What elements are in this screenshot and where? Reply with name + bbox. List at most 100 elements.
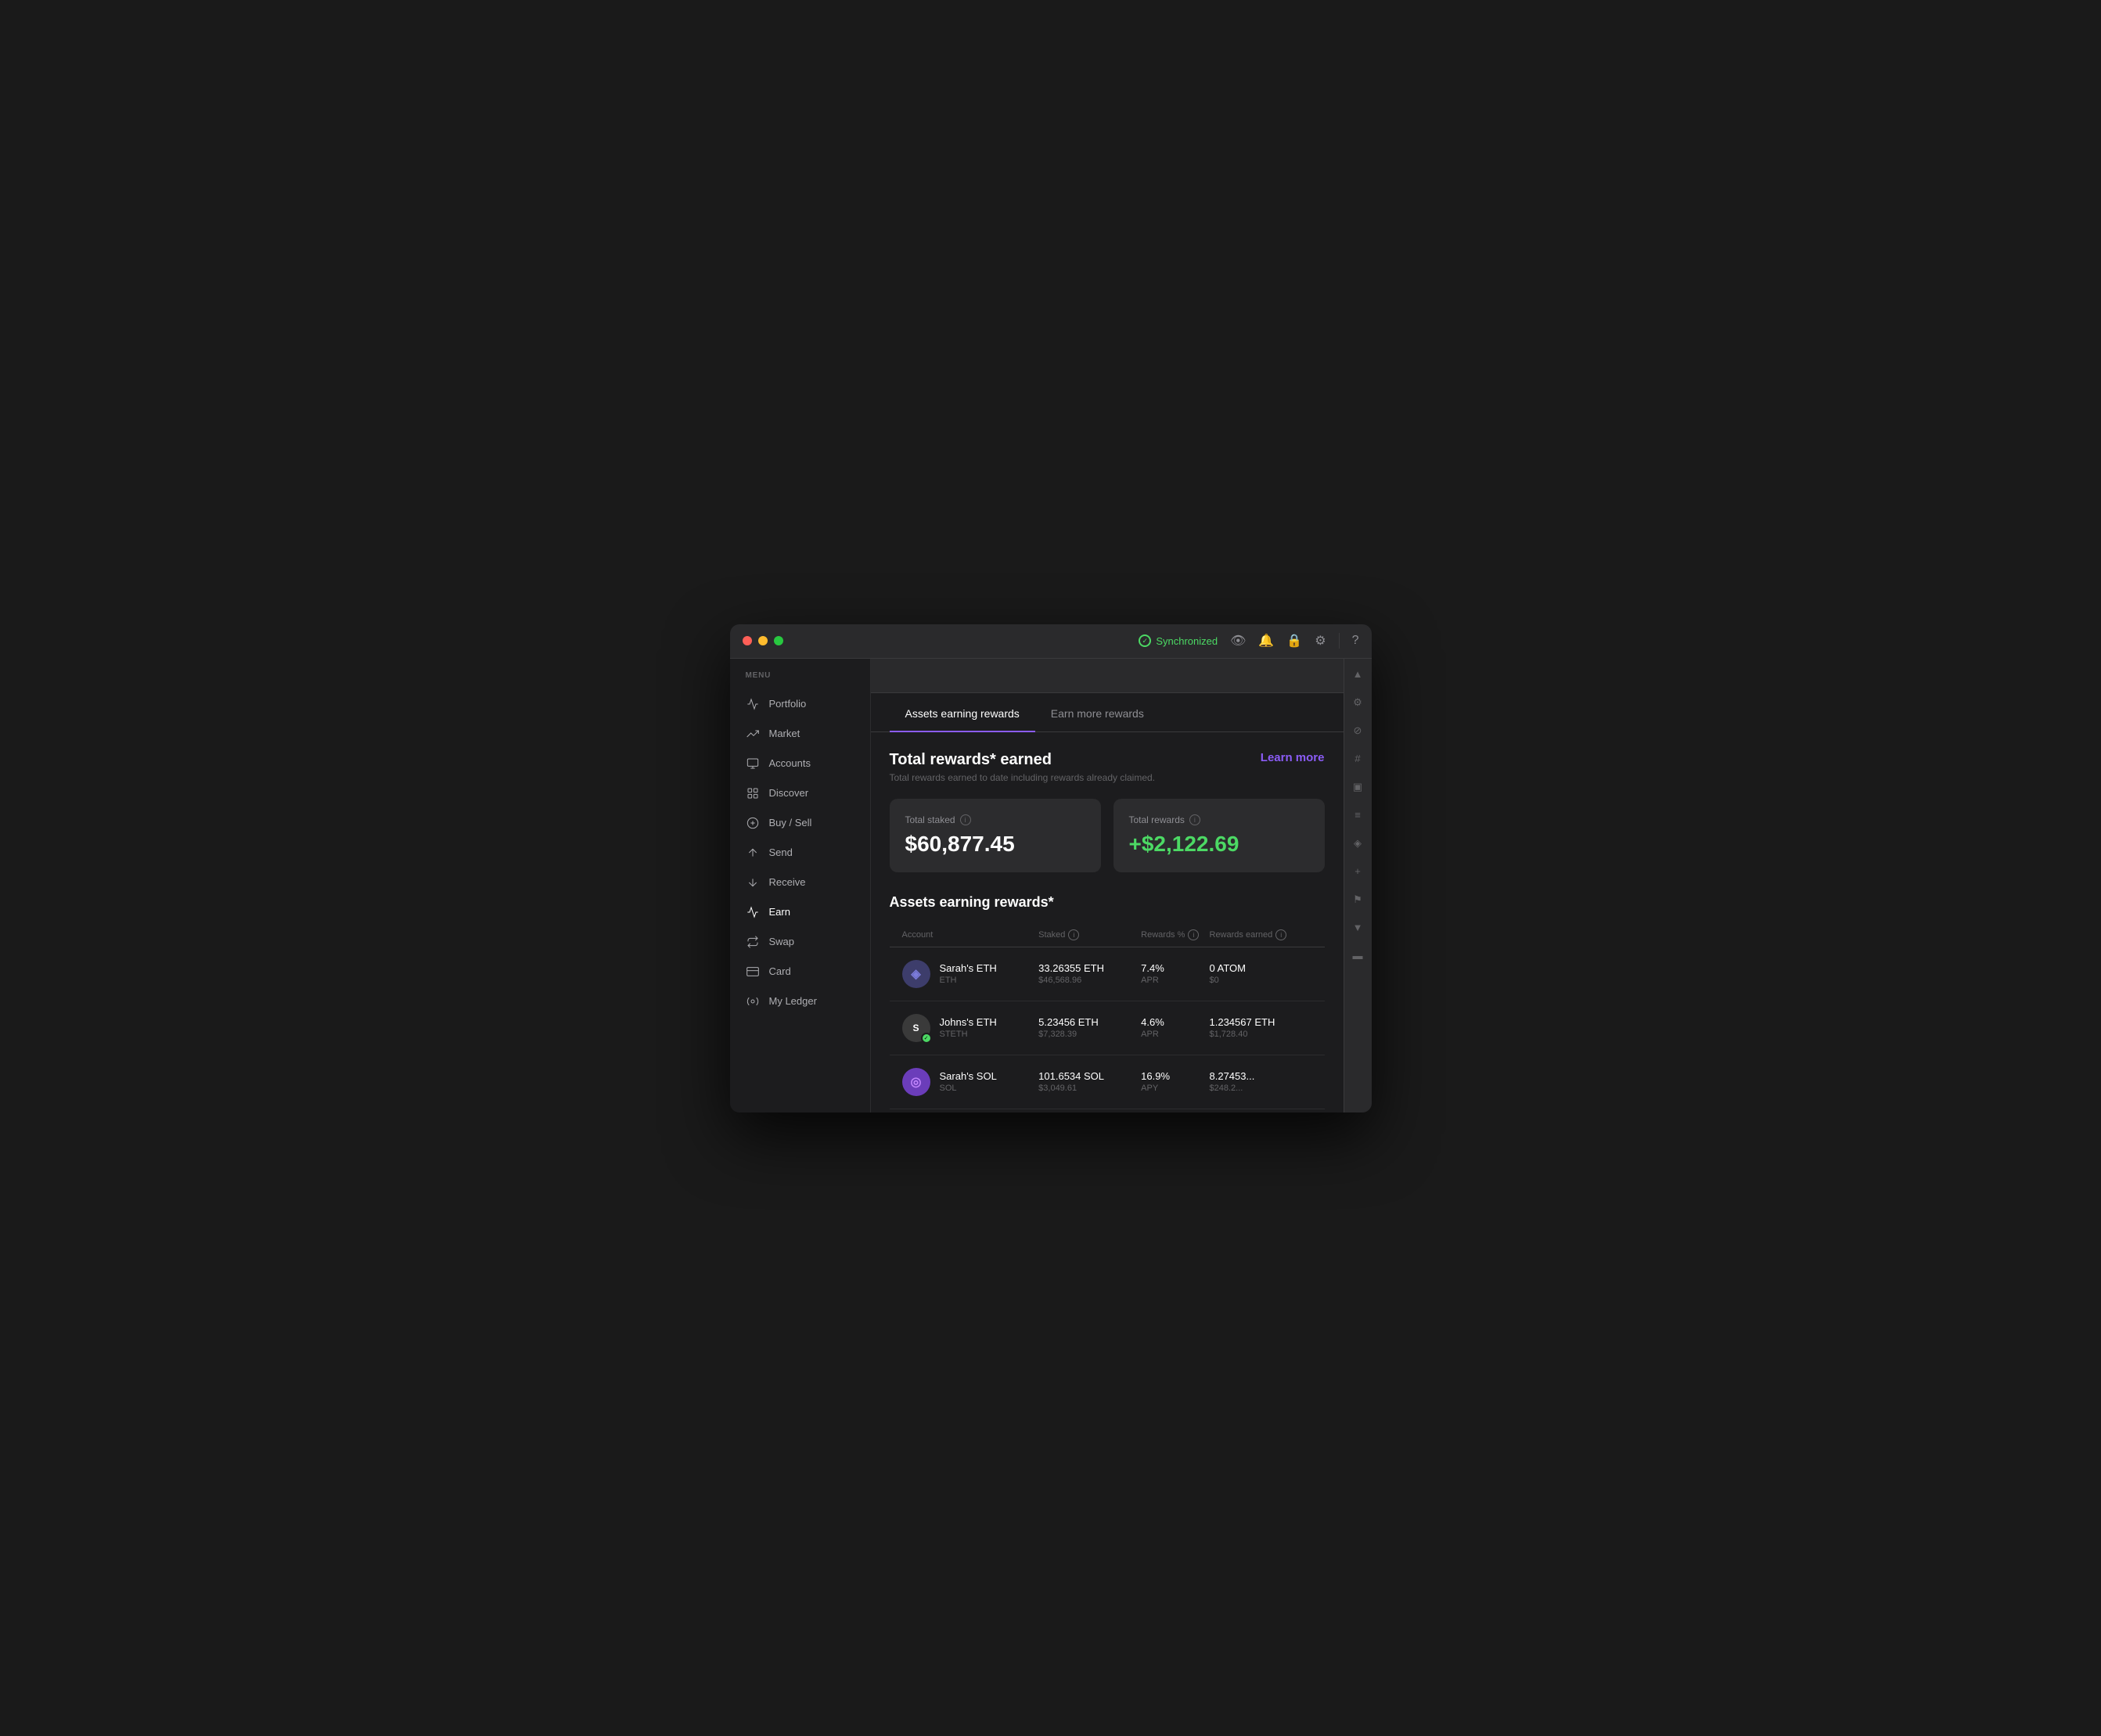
sidebar-item-earn[interactable]: Earn [730, 897, 870, 927]
eye-icon[interactable]: 👁 [1230, 633, 1246, 649]
sidebar: MENU Portfolio Market [730, 659, 871, 1112]
my-ledger-label: My Ledger [769, 995, 817, 1007]
tab-assets-earning[interactable]: Assets earning rewards [890, 696, 1035, 732]
grid-icon[interactable]: # [1348, 749, 1367, 768]
sync-status: Synchronized [1139, 634, 1218, 647]
tab-earn-more[interactable]: Earn more rewards [1035, 696, 1160, 732]
top-bar [871, 659, 1344, 693]
menu-icon[interactable]: ≡ [1348, 806, 1367, 825]
settings-right-icon[interactable]: ⚙ [1348, 693, 1367, 712]
earn-label: Earn [769, 906, 790, 918]
settings-icon[interactable]: ⚙ [1315, 633, 1326, 649]
help-icon[interactable]: ? [1352, 634, 1359, 648]
content-body: Total rewards* earned Total rewards earn… [871, 732, 1344, 1112]
sidebar-item-buy-sell[interactable]: Buy / Sell [730, 808, 870, 838]
sidebar-item-market[interactable]: Market [730, 719, 870, 749]
rewards-earned-info-icon[interactable]: i [1275, 929, 1286, 940]
swap-label: Swap [769, 936, 795, 947]
account-name: Sarah's SOL [940, 1070, 997, 1082]
rewards-header: Total rewards* earned Total rewards earn… [890, 751, 1325, 783]
cancel-icon[interactable]: ⊘ [1348, 721, 1367, 740]
sync-label: Synchronized [1156, 635, 1218, 647]
sidebar-item-receive[interactable]: Receive [730, 868, 870, 897]
market-label: Market [769, 728, 800, 739]
receive-label: Receive [769, 876, 806, 888]
rewards-pct-info-icon[interactable]: i [1188, 929, 1199, 940]
card-icon [746, 965, 760, 979]
stats-row: Total staked i $60,877.45 Total rewards … [890, 799, 1325, 872]
rewards-value: +$2,122.69 [1129, 832, 1309, 857]
rewards-info-icon[interactable]: i [1189, 814, 1200, 825]
earn-icon [746, 905, 760, 919]
tabs-container: Assets earning rewards Earn more rewards [871, 696, 1344, 732]
chevron-up-icon[interactable]: ▲ [1348, 665, 1367, 684]
battery-icon[interactable]: ▬ [1348, 947, 1367, 965]
rewards-subtitle: Total rewards earned to date including r… [890, 772, 1156, 783]
account-type: SOL [940, 1084, 997, 1093]
rewards-label: Total rewards i [1129, 814, 1309, 825]
portfolio-label: Portfolio [769, 698, 807, 710]
flag-icon[interactable]: ⚑ [1348, 890, 1367, 909]
menu-label: MENU [730, 671, 870, 689]
account-info: Sarah's ETH ETH [940, 962, 997, 985]
traffic-lights [743, 636, 783, 645]
staked-value: $60,877.45 [905, 832, 1085, 857]
plus-icon[interactable]: + [1348, 862, 1367, 881]
chevron-down-icon[interactable]: ▼ [1348, 918, 1367, 937]
account-type: STETH [940, 1030, 997, 1039]
video-icon[interactable]: ▣ [1348, 778, 1367, 796]
my-ledger-icon [746, 994, 760, 1008]
table-row[interactable]: ◎ Sarah's SOL SOL 101.6534 SOL $3,049.61… [890, 1055, 1325, 1109]
account-cell-johns-eth: S ✓ Johns's ETH STETH [902, 1014, 1039, 1042]
maximize-button[interactable] [774, 636, 783, 645]
sidebar-item-discover[interactable]: Discover [730, 778, 870, 808]
learn-more-button[interactable]: Learn more [1261, 751, 1325, 764]
col-header-rewards-pct: Rewards % i [1141, 929, 1209, 940]
sidebar-item-swap[interactable]: Swap [730, 927, 870, 957]
staked-cell-1: 5.23456 ETH $7,328.39 [1038, 1016, 1141, 1039]
sidebar-item-card[interactable]: Card [730, 957, 870, 987]
minimize-button[interactable] [758, 636, 768, 645]
table-row[interactable]: S ✓ Johns's ETH STETH 5.23456 ETH $7,328… [890, 1001, 1325, 1055]
stat-card-rewards: Total rewards i +$2,122.69 [1113, 799, 1325, 872]
col-header-staked: Staked i [1038, 929, 1141, 940]
staked-cell-0: 33.26355 ETH $46,568.96 [1038, 962, 1141, 985]
bell-icon[interactable]: 🔔 [1258, 633, 1274, 649]
rewards-earned-cell-0: 0 ATOM $0 [1210, 962, 1312, 985]
close-button[interactable] [743, 636, 752, 645]
assets-table-title: Assets earning rewards* [890, 894, 1325, 911]
market-icon [746, 727, 760, 741]
col-header-rewards-earned: Rewards earned i [1210, 929, 1312, 940]
accounts-icon [746, 757, 760, 771]
right-panel: ▲ ⚙ ⊘ # ▣ ≡ ◈ + ⚑ ▼ ▬ [1344, 659, 1372, 1112]
title-bar-actions: Synchronized 👁 🔔 🔒 ⚙ ? [1139, 633, 1358, 649]
portfolio-icon [746, 697, 760, 711]
rewards-pct-cell-2: 16.9% APY [1141, 1070, 1209, 1093]
divider [1339, 633, 1340, 649]
lock-icon[interactable]: 🔒 [1286, 633, 1302, 649]
swap-icon [746, 935, 760, 949]
account-info-johns: Johns's ETH STETH [940, 1016, 997, 1039]
col-header-account: Account [902, 929, 1039, 940]
card-label: Card [769, 965, 791, 977]
staked-info-icon[interactable]: i [960, 814, 971, 825]
rewards-earned-cell-1: 1.234567 ETH $1,728.40 [1210, 1016, 1312, 1039]
sol-avatar: ◎ [902, 1068, 930, 1096]
accounts-label: Accounts [769, 757, 811, 769]
discover-icon [746, 786, 760, 800]
account-cell-sarahs-sol: ◎ Sarah's SOL SOL [902, 1068, 1039, 1096]
sidebar-item-send[interactable]: Send [730, 838, 870, 868]
table-row[interactable]: ◈ Sarah's ETH ETH 33.26355 ETH $46,568.9… [890, 947, 1325, 1001]
sidebar-item-my-ledger[interactable]: My Ledger [730, 987, 870, 1016]
sidebar-item-accounts[interactable]: Accounts [730, 749, 870, 778]
account-info-sol: Sarah's SOL SOL [940, 1070, 997, 1093]
table-header: Account Staked i Rewards % i Rewards ear… [890, 923, 1325, 947]
send-label: Send [769, 846, 793, 858]
title-bar: Synchronized 👁 🔔 🔒 ⚙ ? [730, 624, 1372, 659]
eth-avatar: ◈ [902, 960, 930, 988]
discover-label: Discover [769, 787, 809, 799]
sidebar-item-portfolio[interactable]: Portfolio [730, 689, 870, 719]
account-cell-sarahs-eth: ◈ Sarah's ETH ETH [902, 960, 1039, 988]
broadcast-icon[interactable]: ◈ [1348, 834, 1367, 853]
staked-col-info-icon[interactable]: i [1068, 929, 1079, 940]
